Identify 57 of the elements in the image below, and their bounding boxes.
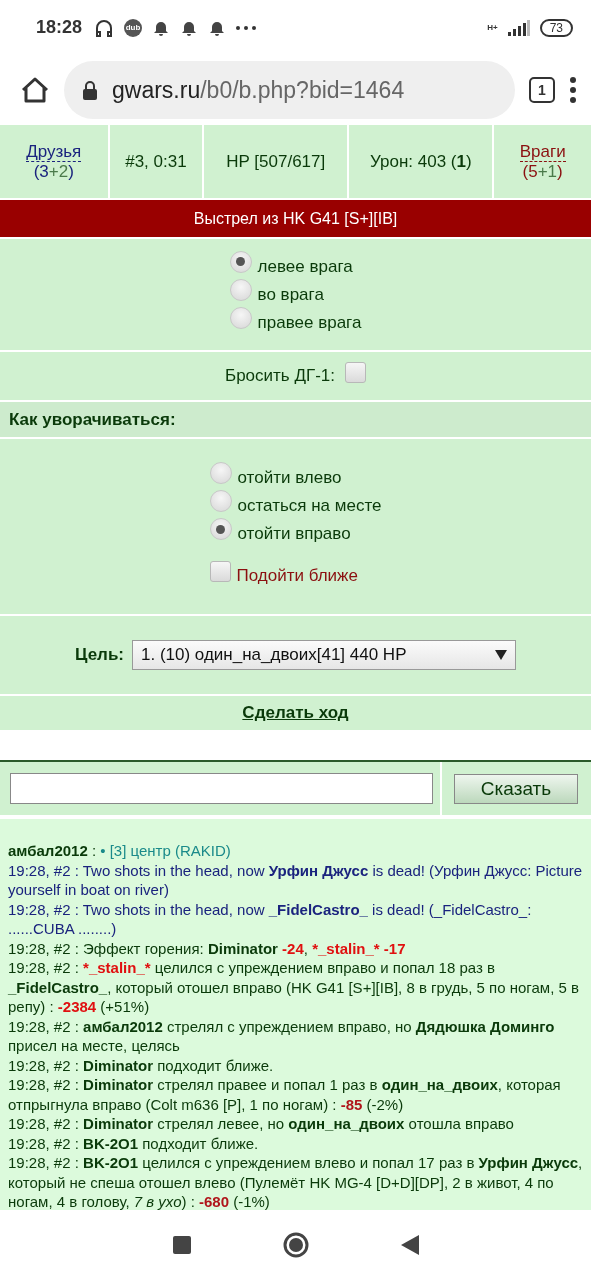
battery-level: 73 xyxy=(539,18,573,37)
address-bar[interactable]: gwars.ru/b0/b.php?bid=1464 xyxy=(64,61,515,119)
checkbox[interactable] xyxy=(209,561,231,582)
enemies-count: (5+1) xyxy=(522,161,563,182)
log-entry: 19:28, #2 : Diminator стрелял левее, но один_на_двоих отошла вправо xyxy=(8,1114,515,1134)
lock-icon xyxy=(82,80,98,100)
caret-icon xyxy=(495,650,507,660)
radio-button[interactable] xyxy=(209,490,232,512)
option-label: остаться на месте xyxy=(237,496,382,516)
log-entry: 19:28, #2 : BK-2O1 подходит ближе. xyxy=(8,1133,260,1153)
url-text: gwars.ru/b0/b.php?bid=1464 xyxy=(112,76,405,104)
friends-link[interactable]: Друзья xyxy=(26,141,82,162)
log-entry: 19:28, #2 : Diminator стрелял правее и попал 1 раз в один_на_двоих, которая отпрыгнула вправо (Colt m636 [P], 1 по ногам) : -85 (-2%) xyxy=(8,1075,562,1114)
option-label: правее врага xyxy=(257,312,362,333)
tab-count[interactable]: 1 xyxy=(529,77,555,103)
turn-info: #3, 0:31 xyxy=(125,151,187,172)
radio-button[interactable] xyxy=(229,278,252,301)
section-heading: Как уворачиваться: xyxy=(0,402,591,439)
log-entry: 19:28, #2 : Diminator подходит ближе. xyxy=(8,1055,275,1075)
grenade-label: Бросить ДГ-1: xyxy=(225,366,335,386)
option-label: отойти влево xyxy=(237,468,342,488)
radio-button[interactable] xyxy=(209,518,232,540)
target-select[interactable]: 1. (10) один_на_двоих[41] 440 HP xyxy=(132,640,516,670)
more-icon xyxy=(236,25,257,30)
status-time: 18:28 xyxy=(36,17,83,38)
say-button[interactable]: Сказать xyxy=(454,773,578,804)
recents-icon[interactable] xyxy=(172,1236,191,1254)
make-move-link[interactable]: Сделать ход xyxy=(242,703,349,723)
headphones-icon xyxy=(94,17,115,38)
chat-input[interactable] xyxy=(10,773,433,804)
option-label: во врага xyxy=(257,284,324,305)
app-badge: dub xyxy=(124,18,143,37)
radio-button[interactable] xyxy=(229,306,252,329)
damage-info: Урон: 403 (1) xyxy=(369,151,472,172)
log-entry: 19:28, #2 : Two shots in the head, now Урфин Джусс is dead! (Урфин Джусс: Picture yourself in boat on river) xyxy=(8,860,584,900)
hp-info: HP [507/617] xyxy=(226,151,326,172)
target-label: Цель: xyxy=(75,645,124,665)
approach-label: Подойти ближе xyxy=(236,565,358,586)
enemies-link[interactable]: Враги xyxy=(519,141,566,162)
home-button-icon[interactable] xyxy=(282,1232,309,1258)
log-entry: 19:28, #2 : Two shots in the head, now _FidelCastro_ is dead! (_FidelCastro_: ......CUBA ........) xyxy=(8,899,533,939)
menu-icon[interactable] xyxy=(569,77,577,103)
radio-button[interactable] xyxy=(229,250,252,273)
checkbox[interactable] xyxy=(345,361,366,383)
signal-icon xyxy=(507,19,530,36)
shot-title: Выстрел из HK G41 [S+][IB] xyxy=(0,200,591,239)
log-entry: 19:28, #2 : *_stalin_* целился с упреждением вправо и попал 18 раз в _FidelCastro_, который отошел вправо (HK G41 [S+][IB], 8 в грудь, 5 по ногам, 5 в репу) : -2384 (+51%) xyxy=(8,958,580,1017)
back-icon[interactable] xyxy=(400,1235,419,1255)
log-entry: 19:28, #2 : BK-2O1 целился с упреждением влево и попал 17 раз в Урфин Джусс, который не спеша отошел влево (Пулемёт HK MG-4 [D+D][DP], 2 в живот, 4 по ногам, 4 в голову, 7 в ухо) : -680 (-1%) xyxy=(8,1153,584,1210)
option-label: левее врага xyxy=(257,256,353,277)
log-entry: амбал2012 : • [3] центр (RAKID) xyxy=(8,841,232,861)
log-entry: 19:28, #2 : Эффект горения: Diminator -24, *_stalin_* -17 xyxy=(8,938,407,958)
friends-count: (3+2) xyxy=(33,161,74,182)
network-type: H+ xyxy=(487,23,498,32)
radio-button[interactable] xyxy=(209,462,232,484)
option-label: отойти вправо xyxy=(237,524,351,544)
home-icon[interactable] xyxy=(20,76,50,104)
